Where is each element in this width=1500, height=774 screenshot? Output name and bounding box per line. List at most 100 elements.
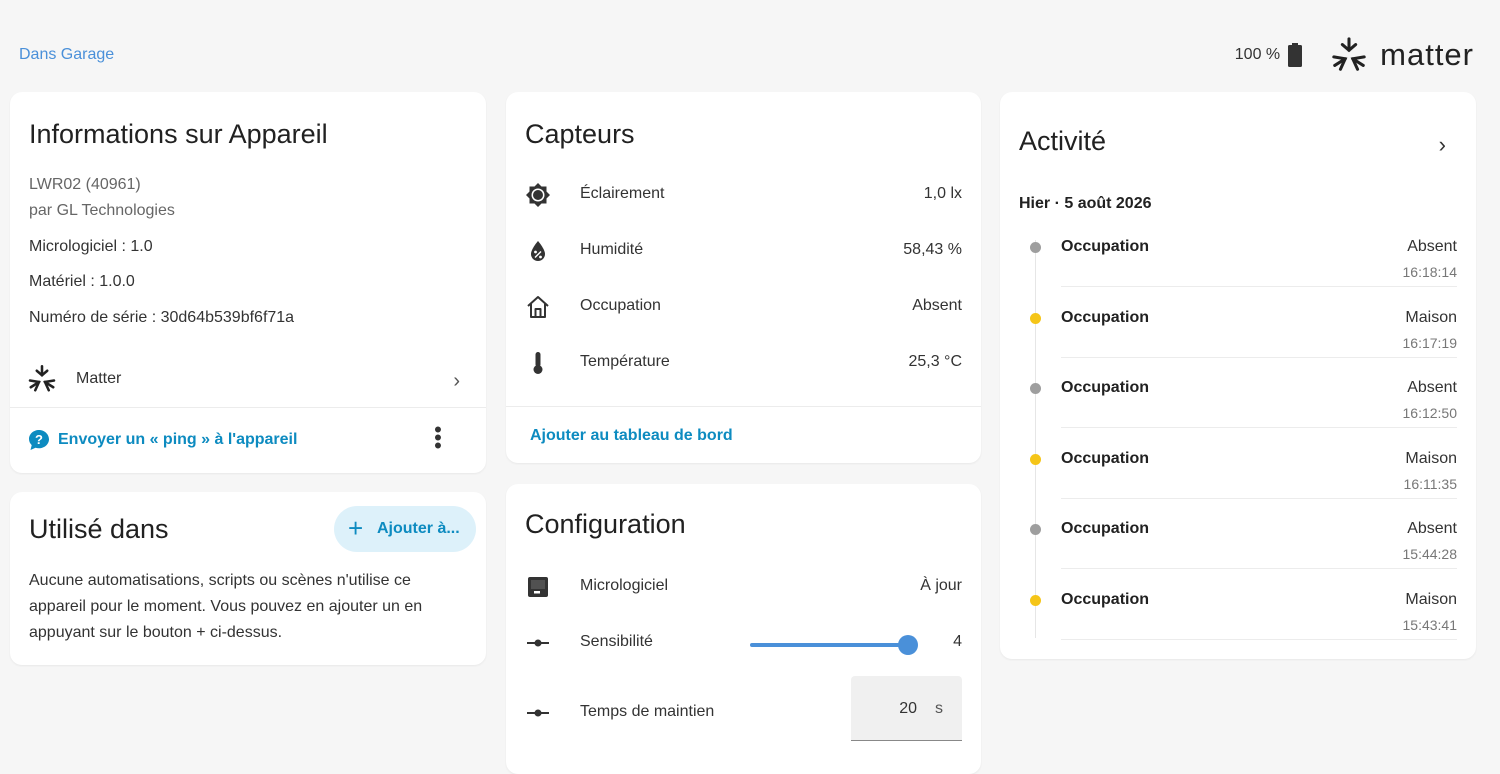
add-to-button[interactable]: + Ajouter à... bbox=[334, 506, 476, 552]
sensors-card: Capteurs Éclairement 1,0 lx Humidité 58,… bbox=[506, 92, 981, 463]
add-to-label: Ajouter à... bbox=[377, 520, 460, 537]
event-time: 16:18:14 bbox=[1402, 264, 1458, 280]
config-label: Micrologiciel bbox=[580, 577, 669, 594]
hold-time-unit: s bbox=[935, 700, 943, 717]
ping-label: Envoyer un « ping » à l'appareil bbox=[58, 431, 298, 448]
event-name: Occupation bbox=[1061, 590, 1150, 608]
divider bbox=[10, 407, 486, 408]
integration-matter-row[interactable]: Matter › bbox=[10, 354, 486, 406]
sensors-title: Capteurs bbox=[525, 119, 635, 149]
device-info-title: Informations sur Appareil bbox=[29, 119, 328, 149]
hold-time-value: 20 bbox=[899, 700, 917, 717]
used-in-card: Utilisé dans + Ajouter à... Aucune autom… bbox=[10, 492, 486, 665]
event-time: 15:43:41 bbox=[1402, 616, 1458, 633]
configuration-card: Configuration Micrologiciel À jour Sensi… bbox=[506, 484, 981, 774]
slider-knob[interactable] bbox=[898, 635, 918, 655]
sensor-label: Éclairement bbox=[580, 185, 665, 202]
divider bbox=[1061, 638, 1457, 640]
hold-time-input[interactable]: 20 s bbox=[851, 676, 962, 741]
device-manufacturer: par GL Technologies bbox=[29, 202, 175, 219]
activity-card: Activité › Hier · 5 août 2026 Occupation… bbox=[1000, 92, 1476, 659]
state-dot-icon bbox=[1030, 594, 1041, 606]
help-chat-icon: ? bbox=[29, 430, 49, 450]
firmware-icon bbox=[528, 577, 548, 597]
matter-icon bbox=[28, 364, 56, 392]
event-name: Occupation bbox=[1061, 379, 1150, 396]
event-state: Absent bbox=[1407, 520, 1457, 537]
activity-title: Activité bbox=[1019, 126, 1107, 156]
state-dot-icon bbox=[1030, 242, 1041, 253]
config-label: Sensibilité bbox=[580, 633, 653, 650]
sensor-label: Humidité bbox=[580, 241, 644, 258]
sensor-value: 25,3 °C bbox=[908, 353, 962, 370]
divider bbox=[1061, 497, 1457, 499]
home-outline-icon bbox=[527, 296, 549, 318]
chevron-right-icon[interactable]: › bbox=[1439, 132, 1446, 158]
divider bbox=[1061, 356, 1457, 358]
config-row-firmware[interactable]: Micrologiciel À jour bbox=[506, 558, 981, 614]
state-dot-icon bbox=[1030, 312, 1041, 324]
sensor-row-illuminance[interactable]: Éclairement 1,0 lx bbox=[506, 166, 981, 222]
plus-icon: + bbox=[348, 513, 364, 543]
more-vert-icon[interactable]: • • • bbox=[428, 419, 448, 457]
sensor-value: Absent bbox=[912, 297, 962, 314]
divider bbox=[506, 406, 981, 407]
event-time: 16:17:19 bbox=[1402, 334, 1458, 351]
activity-event[interactable]: Occupation Absent 15:44:28 bbox=[1000, 514, 1476, 584]
device-hardware: Matériel : 1.0.0 bbox=[29, 273, 135, 290]
event-state: Maison bbox=[1405, 590, 1457, 608]
matter-brand-text: matter bbox=[1380, 37, 1474, 72]
device-model: LWR02 (40961) bbox=[29, 176, 141, 193]
matter-logo-icon bbox=[1332, 37, 1366, 71]
event-name: Occupation bbox=[1061, 449, 1150, 467]
device-info-card: Informations sur Appareil LWR02 (40961) … bbox=[10, 92, 486, 473]
matter-logo: matter bbox=[1330, 36, 1474, 74]
activity-event[interactable]: Occupation Maison 16:11:35 bbox=[1000, 444, 1476, 514]
sensor-row-occupancy[interactable]: Occupation Absent bbox=[506, 278, 981, 334]
divider bbox=[1061, 427, 1457, 428]
brightness-icon bbox=[526, 183, 550, 207]
tune-icon bbox=[527, 639, 549, 647]
thermometer-icon bbox=[533, 352, 543, 374]
sensor-row-humidity[interactable]: Humidité 58,43 % bbox=[506, 222, 981, 278]
activity-event[interactable]: Occupation Maison 16:17:19 bbox=[1000, 303, 1476, 373]
event-state: Absent bbox=[1407, 379, 1457, 396]
config-label: Temps de maintien bbox=[580, 703, 715, 720]
tune-icon bbox=[527, 709, 549, 717]
event-name: Occupation bbox=[1061, 308, 1150, 326]
water-percent-icon bbox=[531, 241, 545, 261]
event-name: Occupation bbox=[1061, 520, 1150, 537]
sensor-value: 58,43 % bbox=[903, 241, 962, 258]
add-to-dashboard-button[interactable]: Ajouter au tableau de bord bbox=[530, 427, 733, 445]
device-serial: Numéro de série : 30d64b539bf6f71a bbox=[29, 309, 295, 326]
sensor-label: Température bbox=[580, 353, 670, 370]
battery-level: 100 % bbox=[1234, 46, 1281, 63]
divider bbox=[1061, 568, 1457, 569]
sensitivity-slider[interactable] bbox=[750, 635, 918, 655]
sensitivity-value: 4 bbox=[953, 633, 962, 650]
state-dot-icon bbox=[1030, 383, 1041, 394]
event-state: Absent bbox=[1407, 238, 1457, 255]
activity-date: Hier · 5 août 2026 bbox=[1019, 195, 1152, 212]
used-in-title: Utilisé dans bbox=[29, 514, 169, 544]
state-dot-icon bbox=[1030, 524, 1041, 535]
integration-label: Matter bbox=[76, 370, 122, 387]
activity-event[interactable]: Occupation Maison 15:43:41 bbox=[1000, 585, 1476, 655]
sensor-row-temperature[interactable]: Température 25,3 °C bbox=[506, 334, 981, 390]
activity-event[interactable]: Occupation Absent 16:12:50 bbox=[1000, 373, 1476, 443]
sensor-label: Occupation bbox=[580, 297, 661, 314]
event-state: Maison bbox=[1405, 308, 1457, 326]
event-time: 16:12:50 bbox=[1402, 405, 1458, 421]
device-firmware: Micrologiciel : 1.0 bbox=[29, 238, 153, 255]
configuration-title: Configuration bbox=[525, 509, 686, 539]
activity-event[interactable]: Occupation Absent 16:18:14 bbox=[1000, 232, 1476, 302]
config-value: À jour bbox=[920, 577, 962, 594]
event-time: 15:44:28 bbox=[1402, 546, 1458, 562]
ping-device-button[interactable]: ? Envoyer un « ping » à l'appareil • • • bbox=[10, 419, 486, 462]
battery-icon bbox=[1288, 43, 1303, 67]
breadcrumb-area-link[interactable]: Dans Garage bbox=[19, 46, 114, 64]
event-name: Occupation bbox=[1061, 238, 1150, 255]
config-row-sensitivity: Sensibilité 4 bbox=[506, 614, 981, 670]
sensor-value: 1,0 lx bbox=[923, 185, 962, 202]
state-dot-icon bbox=[1030, 453, 1041, 465]
